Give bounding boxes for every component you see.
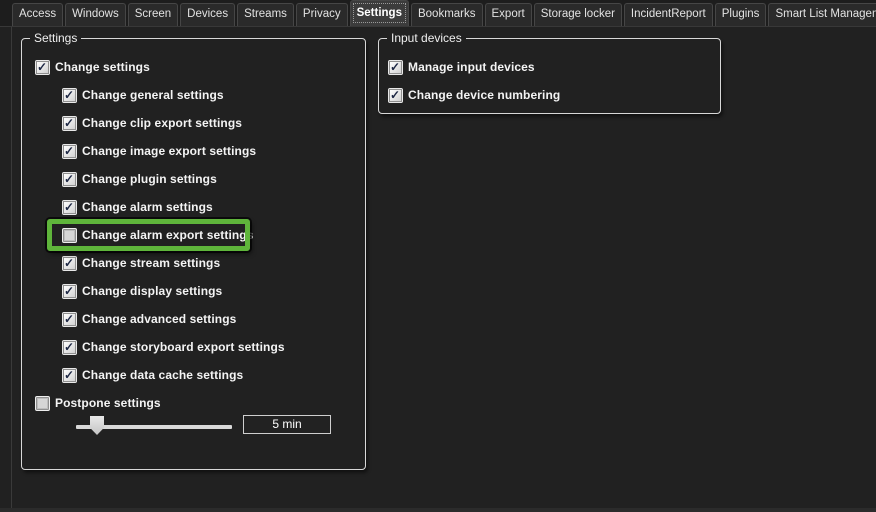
checkbox-change-device-numbering[interactable]: ✓: [389, 87, 402, 102]
checkbox-change-settings[interactable]: ✓: [36, 59, 49, 74]
checkbox-label: Change display settings: [82, 284, 223, 298]
checkbox-change-advanced-settings[interactable]: ✓: [63, 311, 76, 326]
settings-checkbox-list: ✓ Change settings ✓ Change general setti…: [22, 39, 365, 417]
bottom-strip: [0, 508, 876, 512]
check-mark-icon: ✓: [64, 199, 75, 214]
input-devices-groupbox-title: Input devices: [387, 31, 466, 46]
panel-left-border: [11, 27, 12, 512]
tab-bar: Access Windows Screen Devices Streams Pr…: [0, 0, 876, 27]
checkbox-label: Postpone settings: [55, 396, 161, 410]
check-mark-icon: ✓: [64, 87, 75, 102]
check-mark-icon: ✓: [64, 171, 75, 186]
checkbox-label: Change general settings: [82, 88, 224, 102]
checkbox-manage-input-devices[interactable]: ✓: [389, 59, 402, 74]
slider-thumb[interactable]: [90, 416, 104, 435]
checkbox-change-image-export-settings[interactable]: ✓: [63, 143, 76, 158]
input-devices-checkbox-list: ✓ Manage input devices ✓ Change device n…: [379, 39, 720, 109]
checkbox-change-general-settings[interactable]: ✓: [63, 87, 76, 102]
checkbox-label: Change alarm settings: [82, 200, 213, 214]
row-change-image-export-settings[interactable]: ✓ Change image export settings: [22, 137, 365, 165]
checkbox-label: Manage input devices: [408, 60, 535, 74]
checkbox-change-clip-export-settings[interactable]: ✓: [63, 115, 76, 130]
check-mark-icon: ✓: [64, 143, 75, 158]
checkbox-change-plugin-settings[interactable]: ✓: [63, 171, 76, 186]
checkbox-label: Change advanced settings: [82, 312, 237, 326]
tab-streams[interactable]: Streams: [237, 3, 294, 26]
check-mark-icon: ✓: [64, 311, 75, 326]
checkbox-change-storyboard-export-settings[interactable]: ✓: [63, 339, 76, 354]
row-manage-input-devices[interactable]: ✓ Manage input devices: [379, 53, 720, 81]
row-change-general-settings[interactable]: ✓ Change general settings: [22, 81, 365, 109]
row-change-display-settings[interactable]: ✓ Change display settings: [22, 277, 365, 305]
check-mark-icon: ✓: [64, 115, 75, 130]
checkbox-change-alarm-export-settings[interactable]: ✓: [63, 228, 76, 242]
checkbox-label: Change storyboard export settings: [82, 340, 285, 354]
settings-groupbox-title: Settings: [30, 31, 82, 46]
check-mark-icon: ✓: [64, 255, 75, 270]
checkbox-label: Change device numbering: [408, 88, 561, 102]
row-change-alarm-settings[interactable]: ✓ Change alarm settings: [22, 193, 365, 221]
checkbox-change-display-settings[interactable]: ✓: [63, 283, 76, 298]
row-change-advanced-settings[interactable]: ✓ Change advanced settings: [22, 305, 365, 333]
check-mark-icon: ✓: [64, 283, 75, 298]
tab-settings[interactable]: Settings: [349, 0, 409, 26]
check-mark-icon: ✓: [390, 87, 401, 102]
checkbox-label: Change plugin settings: [82, 172, 217, 186]
tab-bookmarks[interactable]: Bookmarks: [410, 3, 483, 26]
slider-value-box: 5 min: [243, 415, 331, 434]
check-mark-icon: ✓: [390, 59, 401, 74]
input-devices-groupbox: Input devices ✓ Manage input devices ✓ C…: [378, 31, 721, 114]
checkbox-change-alarm-settings[interactable]: ✓: [63, 199, 76, 214]
row-postpone-settings[interactable]: ✓ Postpone settings: [22, 389, 365, 417]
tab-export[interactable]: Export: [484, 3, 532, 26]
row-change-settings[interactable]: ✓ Change settings: [22, 53, 365, 81]
postpone-slider[interactable]: [76, 416, 232, 438]
checkbox-postpone-settings[interactable]: ✓: [36, 396, 49, 410]
tab-storage-locker[interactable]: Storage locker: [533, 3, 622, 26]
tab-incident-report[interactable]: IncidentReport: [623, 3, 713, 26]
settings-groupbox: Settings ✓ Change settings ✓ Change gene…: [21, 31, 366, 470]
checkbox-label: Change stream settings: [82, 256, 221, 270]
row-change-stream-settings[interactable]: ✓ Change stream settings: [22, 249, 365, 277]
row-change-storyboard-export-settings[interactable]: ✓ Change storyboard export settings: [22, 333, 365, 361]
check-mark-icon: ✓: [37, 59, 48, 74]
row-change-alarm-export-settings[interactable]: ✓ Change alarm export settings: [22, 221, 365, 249]
check-mark-icon: ✓: [64, 339, 75, 354]
row-change-data-cache-settings[interactable]: ✓ Change data cache settings: [22, 361, 365, 389]
row-change-clip-export-settings[interactable]: ✓ Change clip export settings: [22, 109, 365, 137]
tab-windows[interactable]: Windows: [65, 3, 126, 26]
tab-smart-list-management[interactable]: Smart List Management: [768, 3, 876, 26]
tab-devices[interactable]: Devices: [180, 3, 236, 26]
tab-access[interactable]: Access: [12, 3, 64, 26]
checkbox-label: Change data cache settings: [82, 368, 244, 382]
tab-screen[interactable]: Screen: [127, 3, 179, 26]
check-mark-icon: ✓: [64, 367, 75, 382]
tab-privacy[interactable]: Privacy: [295, 3, 348, 26]
row-change-device-numbering[interactable]: ✓ Change device numbering: [379, 81, 720, 109]
checkbox-change-data-cache-settings[interactable]: ✓: [63, 367, 76, 382]
tab-plugins[interactable]: Plugins: [714, 3, 767, 26]
checkbox-label: Change clip export settings: [82, 116, 243, 130]
checkbox-label: Change alarm export settings: [82, 228, 254, 242]
checkbox-label: Change image export settings: [82, 144, 257, 158]
checkbox-change-stream-settings[interactable]: ✓: [63, 255, 76, 270]
checkbox-label: Change settings: [55, 60, 150, 74]
row-change-plugin-settings[interactable]: ✓ Change plugin settings: [22, 165, 365, 193]
